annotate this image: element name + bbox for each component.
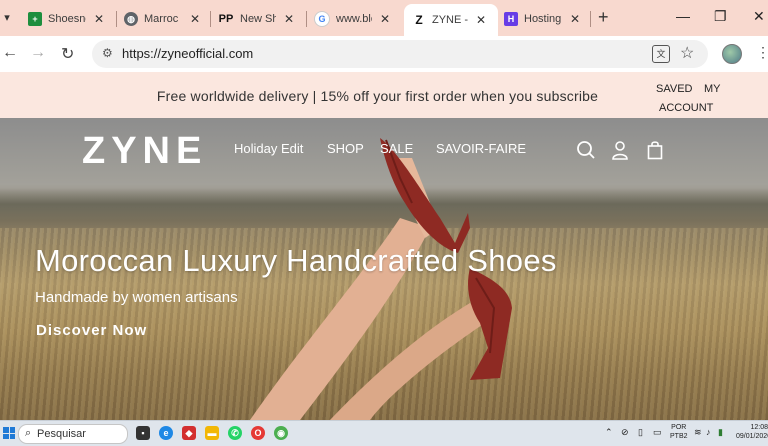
tray-chevron-icon[interactable]: ⌃ [605, 427, 613, 438]
clock-date: 09/01/2026 [736, 433, 768, 440]
restore-icon[interactable]: ❐ [714, 8, 727, 25]
browser-tab-strip: ▾ + Shoesne ✕ ◍ Marroc ✕ PP New Sh ✕ G w… [0, 0, 768, 36]
site-settings-icon[interactable]: ⚙ [102, 46, 113, 60]
opera-icon[interactable]: O [251, 426, 265, 440]
more-menu-icon[interactable]: ⋮ [756, 44, 768, 61]
saved-link[interactable]: SAVED [656, 80, 692, 99]
minimize-icon[interactable]: — [676, 8, 690, 24]
volume-icon[interactable]: ♪ [706, 427, 711, 437]
hostinger-icon: H [504, 12, 518, 26]
discover-now-button[interactable]: Discover Now [36, 322, 147, 339]
tab-zyne-active[interactable]: Z ZYNE - I ✕ [404, 4, 498, 36]
file-explorer-icon[interactable]: ▬ [205, 426, 219, 440]
tab-label: Shoesne [48, 13, 86, 25]
my-account-link[interactable]: MY [704, 80, 721, 99]
tab-marroc[interactable]: ◍ Marroc ✕ [124, 6, 200, 32]
tab-label: Hosting [524, 13, 562, 25]
tab-divider [116, 11, 117, 27]
window-close-icon[interactable]: ✕ [753, 8, 765, 25]
tab-hosting[interactable]: H Hosting ✕ [504, 6, 580, 32]
tab-label: www.blo [336, 13, 372, 25]
taskbar-search[interactable]: ⌕ Pesquisar [18, 424, 128, 444]
nav-sale[interactable]: SALE [380, 141, 413, 156]
wifi-icon[interactable]: ≋ [694, 427, 702, 438]
bookmark-star-icon[interactable]: ☆ [680, 43, 694, 63]
close-icon[interactable]: ✕ [190, 12, 200, 26]
tab-label: Marroc [144, 13, 179, 25]
search-icon: ⌕ [25, 427, 32, 439]
tray-network-off-icon[interactable]: ⊘ [621, 427, 629, 438]
forward-arrow-icon[interactable]: → [30, 44, 46, 62]
globe-icon: ◍ [124, 12, 138, 26]
search-icon[interactable] [576, 140, 596, 165]
hero-headline: Moroccan Luxury Handcrafted Shoes [35, 243, 557, 278]
tab-label: ZYNE - I [432, 14, 468, 26]
nav-savoir-faire[interactable]: SAVOIR-FAIRE [436, 141, 526, 156]
close-icon[interactable]: ✕ [94, 12, 104, 26]
hero-subheadline: Handmade by women artisans [35, 289, 238, 306]
my-account-link-2[interactable]: ACCOUNT [659, 99, 713, 118]
nav-holiday-edit[interactable]: Holiday Edit [234, 141, 303, 156]
battery-charge-icon[interactable]: ▮ [718, 427, 723, 438]
shopping-bag-icon[interactable] [647, 140, 663, 165]
tab-divider [306, 11, 307, 27]
tab-new-sh[interactable]: PP New Sh ✕ [218, 6, 294, 32]
url-text[interactable]: https://zyneofficial.com [122, 46, 253, 61]
zyne-logo[interactable]: ZYNE [82, 130, 207, 173]
whatsapp-icon[interactable]: ✆ [228, 426, 242, 440]
close-icon[interactable]: ✕ [570, 12, 580, 26]
profile-avatar[interactable] [722, 44, 742, 64]
announcement-text: Free worldwide delivery | 15% off your f… [156, 88, 599, 104]
tray-usb-icon[interactable]: ▯ [638, 427, 643, 438]
tray-battery-icon[interactable]: ▭ [653, 427, 662, 438]
chrome-icon[interactable]: ◉ [274, 426, 288, 440]
edge-icon[interactable]: e [159, 426, 173, 440]
language-code: POR [671, 424, 687, 431]
reload-icon[interactable]: ↻ [61, 44, 74, 64]
pp-icon: PP [218, 13, 234, 25]
keyboard-layout: PTB2 [670, 433, 688, 440]
browser-toolbar: ← → ↻ ⚙ https://zyneofficial.com 文 ☆ [0, 36, 768, 73]
close-icon[interactable]: ✕ [284, 12, 294, 26]
google-icon: G [314, 11, 330, 27]
nav-shop[interactable]: SHOP [327, 141, 364, 156]
translate-icon[interactable]: 文 [652, 45, 670, 63]
tab-search-chevron-icon[interactable]: ▾ [0, 8, 14, 28]
account-user-icon[interactable] [611, 140, 629, 165]
tab-label: New Sh [240, 13, 276, 25]
taskbar-search-placeholder: Pesquisar [37, 428, 86, 440]
task-view-icon[interactable]: ▪ [136, 426, 150, 440]
address-bar[interactable]: ⚙ https://zyneofficial.com 文 ☆ [92, 40, 708, 68]
windows-taskbar: ⌕ Pesquisar ▪ e ◆ ▬ ✆ O ◉ ⌃ ⊘ ▯ ▭ POR PT… [0, 420, 768, 446]
tab-divider [210, 11, 211, 27]
clock-time: 12:08 [750, 424, 768, 431]
new-tab-button[interactable]: + [598, 7, 609, 28]
back-arrow-icon[interactable]: ← [2, 44, 18, 62]
close-icon[interactable]: ✕ [380, 12, 390, 26]
announcement-bar: Free worldwide delivery | 15% off your f… [0, 72, 768, 118]
tab-shoesne[interactable]: + Shoesne ✕ [28, 6, 104, 32]
close-icon[interactable]: ✕ [476, 13, 486, 27]
zyne-icon: Z [415, 13, 423, 27]
anydesk-icon[interactable]: ◆ [182, 426, 196, 440]
system-clock[interactable]: 12:08 09/01/2026 [736, 423, 768, 441]
windows-start-icon[interactable] [3, 427, 15, 439]
tab-blog[interactable]: G www.blo ✕ [314, 6, 390, 32]
language-indicator[interactable]: POR PTB2 [670, 423, 688, 441]
tab-divider [590, 11, 591, 27]
sheets-icon: + [28, 12, 42, 26]
